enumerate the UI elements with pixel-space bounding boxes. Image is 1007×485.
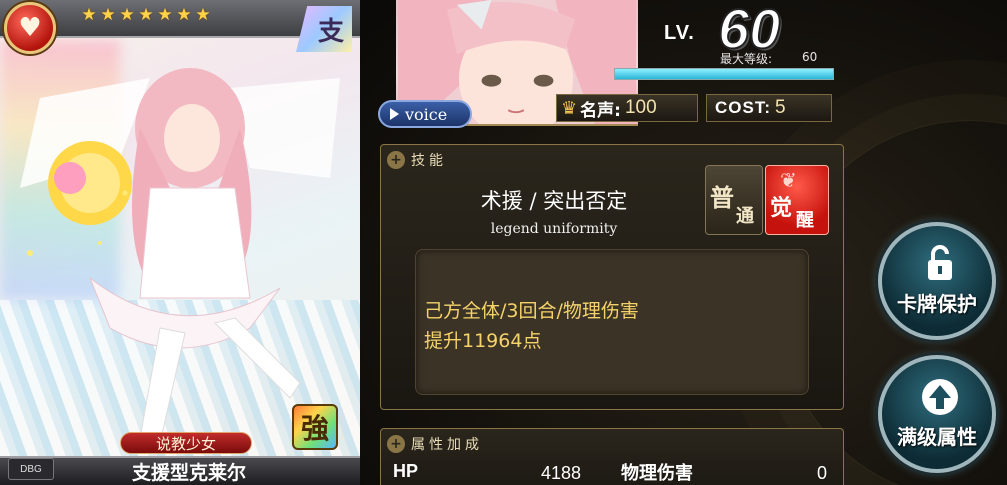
normal-skill-button[interactable]: 普 通 (705, 165, 763, 235)
max-level-attributes-label: 满级属性 (897, 425, 977, 449)
awaken-char-1: 觉 (770, 195, 793, 221)
skill-panel-header: + 技能 (387, 149, 447, 171)
max-level-value: 60 (802, 50, 818, 64)
attribute-header-icon: + (387, 435, 405, 453)
card-subtitle: 说教少女 (155, 434, 216, 453)
fame-label: 名声: (580, 100, 621, 121)
normal-char-2: 通 (736, 206, 754, 227)
skill-subname: legend uniformity (490, 221, 618, 237)
lock-icon (928, 245, 952, 280)
star-icon: ★ (81, 5, 97, 25)
awaken-char-2: 醒 (796, 210, 814, 231)
skill-panel: + 技能 术援 / 突出否定 legend uniformity 普 通 ❦ 觉… (380, 144, 844, 410)
skill-header-label: 技能 (411, 153, 447, 169)
cost-label: COST: (715, 98, 771, 117)
cost-value: 5 (775, 97, 786, 118)
strong-char: 強 (300, 412, 329, 445)
attribute-panel: + 属性加成 HP 4188 物理伤害 0 (380, 428, 844, 485)
exp-bar-fill (615, 69, 833, 79)
skill-name: 术援 / 突出否定 (480, 189, 628, 213)
star-icon: ★ (138, 5, 154, 25)
max-level-attributes-button[interactable]: 满级属性 (878, 355, 996, 473)
skill-description-line-2: 提升11964点 (424, 330, 542, 352)
max-level-label: 最大等级: (720, 52, 773, 66)
card-name: 支援型克莱尔 (131, 462, 246, 484)
star-icon: ★ (100, 5, 116, 25)
fame-stat: ♛ 名声: 100 (556, 94, 698, 122)
hp-value: 4188 (541, 463, 582, 483)
character-illustration (20, 68, 340, 444)
exp-bar (614, 68, 834, 80)
voice-button[interactable]: voice (378, 100, 472, 128)
hp-label: HP (393, 461, 419, 481)
skill-description-box: 己方全体/3回合/物理伤害 提升11964点 (415, 249, 809, 395)
star-icon: ★ (157, 5, 173, 25)
crown-icon: ♛ (561, 97, 578, 119)
star-icon: ★ (119, 5, 135, 25)
card-subtitle-ribbon: 说教少女 (120, 432, 252, 454)
heart-emblem-icon: ♥ (4, 2, 56, 54)
physical-damage-value: 0 (817, 463, 828, 483)
awaken-skill-button[interactable]: ❦ 觉 醒 (765, 165, 829, 235)
card-protect-button[interactable]: 卡牌保护 (878, 222, 996, 340)
fame-value: 100 (624, 97, 657, 118)
arrow-up-icon (922, 379, 958, 415)
skill-description-line-1: 己方全体/3回合/物理伤害 (424, 300, 639, 322)
rarity-stars: ★ ★ ★ ★ ★ ★ ★ (80, 6, 212, 24)
character-card[interactable]: ♥ ★ ★ ★ ★ ★ ★ ★ 支 強 说教少女 支援型克莱尔 DBG (0, 0, 360, 485)
awaken-ornament-icon: ❦ (780, 168, 797, 192)
star-icon: ★ (176, 5, 192, 25)
dbg-tag: DBG (8, 458, 54, 480)
voice-label: voice (405, 104, 448, 124)
attribute-panel-header: + 属性加成 (387, 433, 483, 455)
card-type-char: 支 (317, 16, 344, 47)
cost-stat: COST: 5 (706, 94, 832, 122)
card-protect-label: 卡牌保护 (897, 292, 977, 316)
normal-char-1: 普 (710, 183, 734, 212)
star-icon: ★ (195, 5, 211, 25)
attribute-header-label: 属性加成 (411, 437, 483, 453)
level-display: LV. 60 最大等级: 60 (610, 0, 842, 92)
level-label: LV. (664, 22, 695, 44)
play-icon (390, 108, 399, 120)
physical-damage-label: 物理伤害 (621, 463, 693, 484)
skill-header-icon: + (387, 151, 405, 169)
strong-badge-icon: 強 (292, 404, 338, 450)
